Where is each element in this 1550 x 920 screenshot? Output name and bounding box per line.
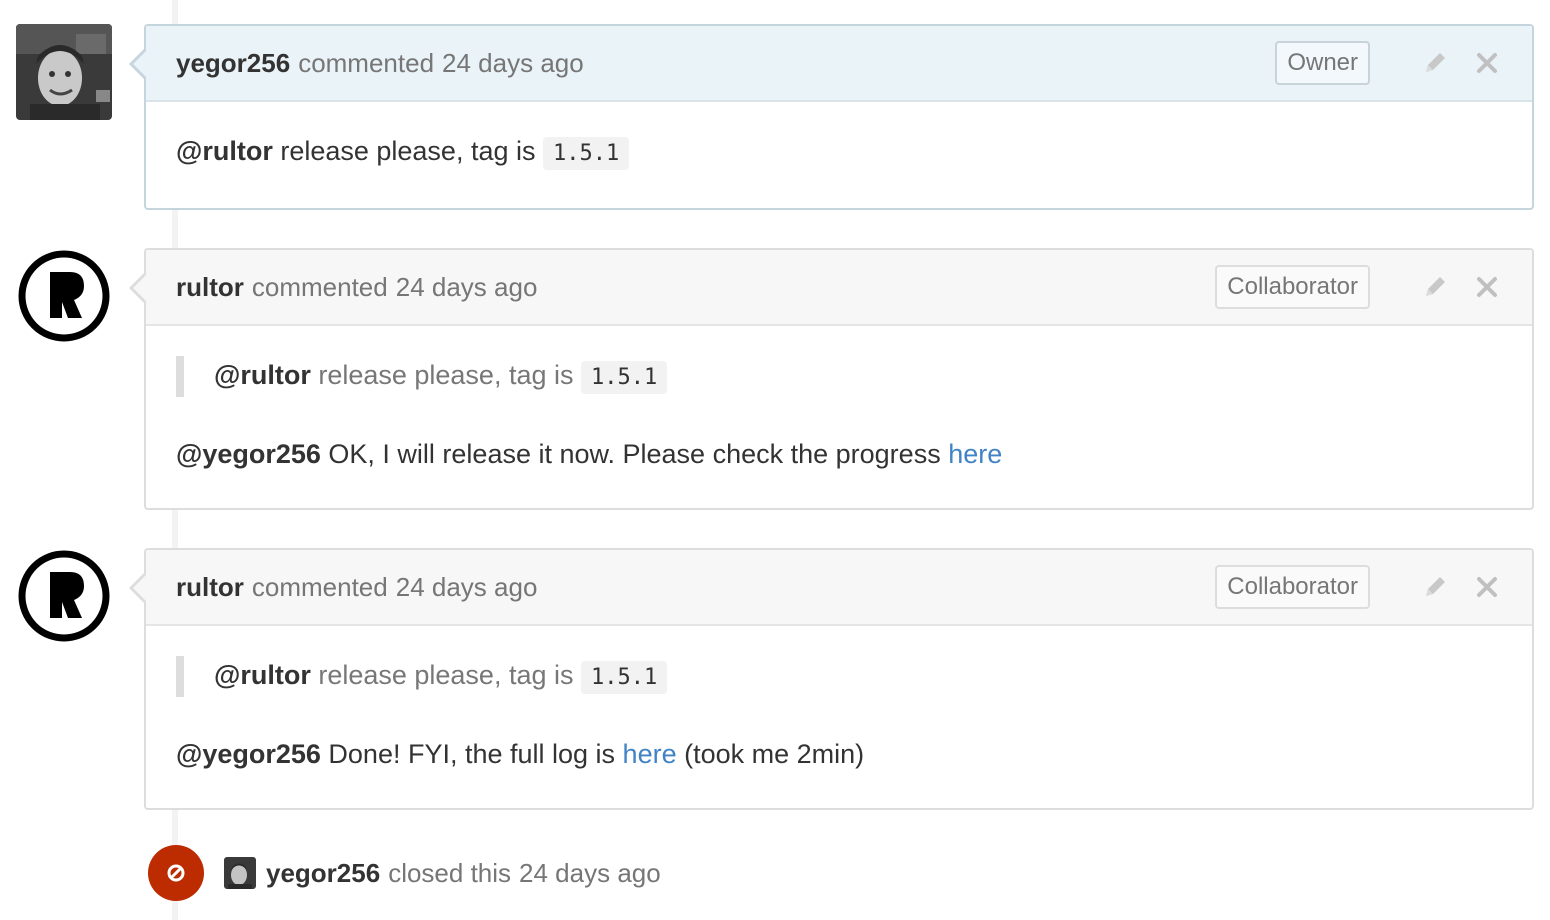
close-icon[interactable]: [1472, 272, 1502, 302]
avatar-rultor[interactable]: [16, 248, 112, 344]
avatar-photo: [16, 24, 112, 120]
comment-author[interactable]: rultor: [176, 272, 244, 303]
comment-time[interactable]: 24 days ago: [442, 48, 584, 79]
role-label: Collaborator: [1215, 265, 1370, 309]
comment-text: OK, I will release it now. Please check …: [320, 439, 949, 469]
close-icon[interactable]: [1472, 48, 1502, 78]
comment-header: rultor commented 24 days ago Collaborato…: [146, 250, 1532, 326]
circle-slash-icon: [167, 864, 185, 882]
closed-event: yegor256 closed this 24 days ago: [148, 845, 661, 901]
rultor-logo: [16, 548, 112, 644]
comment-time[interactable]: 24 days ago: [396, 272, 538, 303]
avatar-rultor[interactable]: [16, 548, 112, 644]
comment-author[interactable]: rultor: [176, 572, 244, 603]
mention[interactable]: @rultor: [214, 360, 311, 390]
mention[interactable]: @rultor: [214, 660, 311, 690]
close-icon[interactable]: [1472, 572, 1502, 602]
role-label: Owner: [1275, 41, 1370, 85]
rultor-logo: [16, 248, 112, 344]
pencil-icon[interactable]: [1420, 572, 1450, 602]
tag-code: 1.5.1: [581, 661, 668, 694]
comment-3: rultor commented 24 days ago Collaborato…: [129, 548, 1534, 810]
comment-suffix: (took me 2min): [676, 739, 865, 769]
comment-header: rultor commented 24 days ago Collaborato…: [146, 550, 1532, 626]
comment-text: Done! FYI, the full log is: [320, 739, 623, 769]
tag-code: 1.5.1: [543, 137, 630, 170]
pencil-icon[interactable]: [1420, 48, 1450, 78]
quote-text: release please, tag is: [310, 360, 581, 390]
comment-action: commented: [298, 47, 435, 78]
mention[interactable]: @yegor256: [176, 439, 321, 469]
comment-body: @rultor release please, tag is 1.5.1 @ye…: [146, 326, 1532, 509]
avatar-photo: [224, 857, 256, 889]
comment-body: @rultor release please, tag is 1.5.1 @ye…: [146, 626, 1532, 809]
comment-author[interactable]: yegor256: [176, 48, 290, 79]
comment-action: commented: [251, 571, 388, 602]
quoted-reply: @rultor release please, tag is 1.5.1: [176, 356, 1502, 397]
mention[interactable]: @yegor256: [176, 739, 321, 769]
quote-text: release please, tag is: [310, 660, 581, 690]
comment-header: yegor256 commented 24 days ago Owner: [146, 26, 1532, 102]
closed-text: closed this: [388, 857, 512, 888]
comment-action: commented: [251, 271, 388, 302]
mention[interactable]: @rultor: [176, 136, 273, 166]
pencil-icon[interactable]: [1420, 272, 1450, 302]
comment-1: yegor256 commented 24 days ago Owner @ru…: [129, 24, 1534, 210]
log-link[interactable]: here: [623, 739, 677, 769]
avatar-yegor256[interactable]: [16, 24, 112, 120]
quoted-reply: @rultor release please, tag is 1.5.1: [176, 656, 1502, 697]
mini-avatar-yegor256[interactable]: [224, 857, 256, 889]
progress-link[interactable]: here: [948, 439, 1002, 469]
role-label: Collaborator: [1215, 565, 1370, 609]
closed-badge: [148, 845, 204, 901]
comment-2: rultor commented 24 days ago Collaborato…: [129, 248, 1534, 510]
comment-text: release please, tag is: [272, 136, 543, 166]
closed-time[interactable]: 24 days ago: [519, 858, 661, 889]
closed-actor[interactable]: yegor256: [266, 858, 380, 889]
comment-body: @rultor release please, tag is 1.5.1: [146, 102, 1532, 209]
comment-time[interactable]: 24 days ago: [396, 572, 538, 603]
tag-code: 1.5.1: [581, 361, 668, 394]
